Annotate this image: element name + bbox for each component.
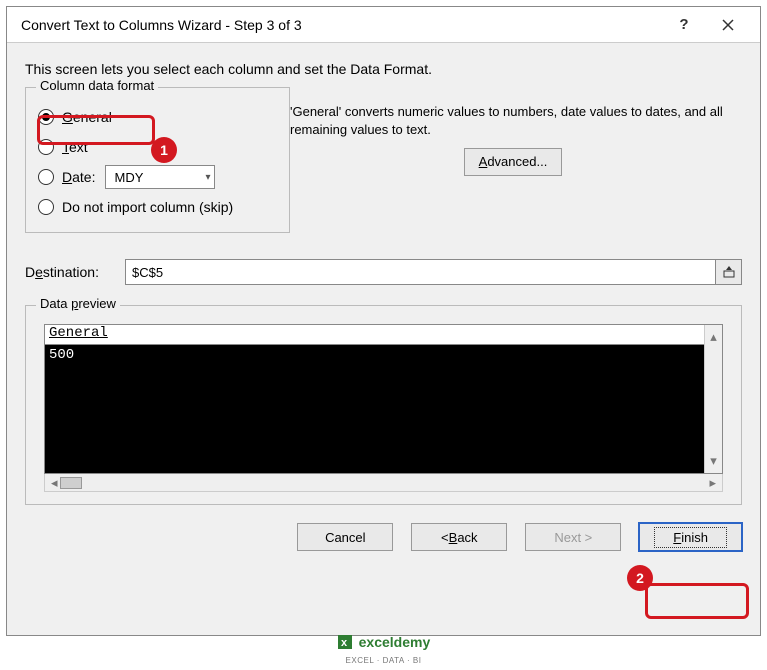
format-description: 'General' converts numeric values to num… [290, 103, 736, 138]
range-picker-button[interactable] [716, 259, 742, 285]
annotation-box-2 [645, 583, 749, 619]
radio-general-label: eneral [73, 109, 112, 125]
destination-label: Destination: [25, 264, 125, 280]
radio-date-label: ate: [72, 169, 95, 185]
scroll-down-icon: ▾ [710, 453, 717, 469]
svg-text:x: x [341, 637, 348, 649]
radio-icon [38, 109, 54, 125]
scroll-thumb[interactable] [60, 477, 82, 489]
date-format-value: MDY [114, 170, 143, 185]
destination-value: $C$5 [132, 265, 163, 280]
watermark-logo: x exceldemy EXCEL · DATA · BI [0, 634, 767, 666]
finish-button[interactable]: Finish [639, 523, 742, 551]
radio-general[interactable]: General [38, 102, 277, 132]
advanced-button[interactable]: Advanced... [464, 148, 563, 176]
wizard-dialog: Convert Text to Columns Wizard - Step 3 … [6, 6, 761, 636]
radio-date[interactable]: Date: MDY ▾ [38, 162, 277, 192]
back-button[interactable]: < Back [411, 523, 507, 551]
logo-name: exceldemy [359, 634, 431, 650]
preview-column-header: General [45, 325, 704, 345]
preview-body: 500 [45, 345, 704, 473]
close-button[interactable] [706, 8, 750, 42]
radio-icon [38, 169, 54, 185]
preview-label: Data preview [36, 296, 120, 311]
data-preview-group: Data preview General 500 ▴ ▾ ◂ ▸ [25, 305, 742, 505]
radio-icon [38, 139, 54, 155]
radio-skip[interactable]: Do not import column (skip) [38, 192, 277, 222]
radio-skip-label: Do not import column (skip) [62, 199, 233, 215]
radio-icon [38, 199, 54, 215]
scroll-up-icon: ▴ [710, 329, 717, 345]
annotation-badge-2: 2 [627, 565, 653, 591]
next-button: Next > [525, 523, 621, 551]
date-format-select[interactable]: MDY ▾ [105, 165, 215, 189]
destination-input[interactable]: $C$5 [125, 259, 716, 285]
group-label: Column data format [36, 78, 158, 93]
scroll-right-icon: ▸ [709, 475, 716, 491]
column-data-format-group: Column data format General Text Date: MD… [25, 87, 290, 233]
radio-text-label: ext [69, 139, 88, 155]
logo-tagline: EXCEL · DATA · BI [346, 656, 422, 665]
cancel-button[interactable]: Cancel [297, 523, 393, 551]
preview-row: 500 [49, 347, 700, 363]
radio-text[interactable]: Text [38, 132, 277, 162]
vertical-scrollbar[interactable]: ▴ ▾ [704, 325, 722, 473]
preview-box: General 500 ▴ ▾ [44, 324, 723, 474]
horizontal-scrollbar[interactable]: ◂ ▸ [44, 474, 723, 492]
help-button[interactable]: ? [662, 8, 706, 42]
instruction-text: This screen lets you select each column … [25, 61, 742, 77]
button-bar: Cancel < Back Next > Finish [7, 505, 760, 551]
advanced-label: dvanced... [487, 154, 547, 169]
titlebar: Convert Text to Columns Wizard - Step 3 … [7, 7, 760, 43]
chevron-down-icon: ▾ [205, 172, 210, 183]
dialog-title: Convert Text to Columns Wizard - Step 3 … [21, 17, 662, 33]
